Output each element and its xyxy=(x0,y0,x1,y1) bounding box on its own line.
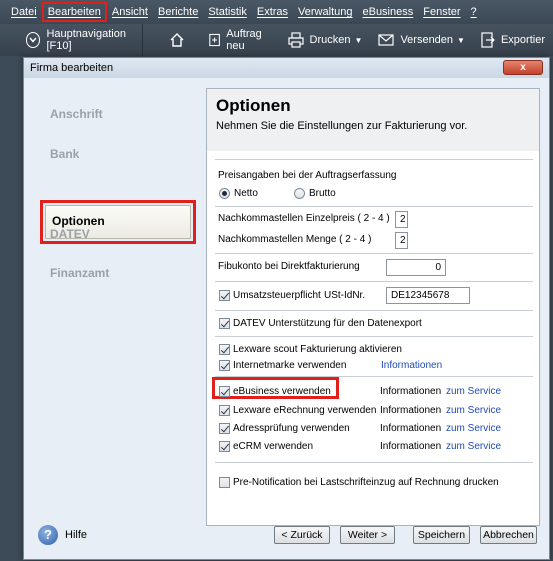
ecrm-info: Informationen xyxy=(380,441,442,452)
erechnung-checkbox[interactable] xyxy=(219,405,230,416)
new-document-icon xyxy=(209,33,220,47)
nav-anschrift[interactable]: Anschrift xyxy=(50,107,103,121)
panel-header: Optionen Nehmen Sie die Einstellungen zu… xyxy=(207,89,539,151)
internetmarke-checkbox[interactable] xyxy=(219,360,230,371)
nav-bank[interactable]: Bank xyxy=(50,147,79,161)
dialog-titlebar: Firma bearbeiten x xyxy=(24,58,549,78)
auftrag-neu-button[interactable]: Auftrag neu xyxy=(199,24,279,56)
help-icon[interactable]: ? xyxy=(38,525,58,545)
home-icon xyxy=(170,33,184,47)
ecrm-service-link[interactable]: zum Service xyxy=(446,441,501,452)
divider xyxy=(215,253,533,254)
brutto-label: Brutto xyxy=(309,188,336,199)
back-button[interactable]: < Zurück xyxy=(274,526,330,544)
divider xyxy=(215,206,533,207)
export-icon xyxy=(481,32,495,48)
nk-menge-input[interactable]: 2 xyxy=(395,232,408,249)
exportieren-button[interactable]: Exportier xyxy=(473,24,553,56)
ecrm-label: eCRM verwenden xyxy=(233,441,314,452)
drucken-button[interactable]: Drucken ▼ xyxy=(280,24,371,56)
page-title: Optionen xyxy=(216,96,291,115)
toolbar: Hauptnavigation [F10] Auftrag neu Drucke… xyxy=(0,24,553,56)
versenden-button[interactable]: Versenden ▼ xyxy=(370,24,473,56)
hauptnavigation-button[interactable]: Hauptnavigation [F10] xyxy=(0,24,144,56)
netto-radio[interactable] xyxy=(219,188,230,199)
exportieren-label: Exportier xyxy=(500,34,545,46)
ustid-label: USt-IdNr. xyxy=(324,290,366,301)
mail-icon xyxy=(378,34,395,46)
adress-service-link[interactable]: zum Service xyxy=(446,423,501,434)
menu-extras[interactable]: Extras xyxy=(252,2,293,22)
drucken-label: Drucken xyxy=(309,34,351,46)
nav-datev[interactable]: DATEV xyxy=(50,227,90,241)
menu-bearbeiten[interactable]: Bearbeiten xyxy=(41,2,107,22)
ebusiness-service-link[interactable]: zum Service xyxy=(446,386,501,397)
ecrm-checkbox[interactable] xyxy=(219,441,230,452)
close-button[interactable]: x xyxy=(503,60,543,75)
menu-statistik[interactable]: Statistik xyxy=(203,2,252,22)
help-label[interactable]: Hilfe xyxy=(65,529,87,541)
nk-einzelpreis-input[interactable]: 2 xyxy=(395,211,408,228)
divider xyxy=(215,159,533,160)
options-panel: Optionen Nehmen Sie die Einstellungen zu… xyxy=(206,88,540,526)
auftrag-neu-label: Auftrag neu xyxy=(226,28,262,52)
menu-help[interactable]: ? xyxy=(466,2,482,22)
divider xyxy=(215,310,533,311)
erechnung-service-link[interactable]: zum Service xyxy=(446,405,501,416)
next-button[interactable]: Weiter > xyxy=(340,526,395,544)
ustid-input[interactable]: DE12345678 xyxy=(386,287,470,304)
nav-optionen: Optionen xyxy=(52,214,105,228)
menu-verwaltung[interactable]: Verwaltung xyxy=(293,2,357,22)
fibukonto-input[interactable]: 0 xyxy=(386,259,446,276)
prenotification-label: Pre-Notification bei Lastschrifteinzug a… xyxy=(233,477,499,488)
hauptnavigation-label: Hauptnavigation [F10] xyxy=(46,28,126,52)
internetmarke-label: Internetmarke verwenden xyxy=(233,360,347,371)
adress-checkbox[interactable] xyxy=(219,423,230,434)
ebusiness-label: eBusiness verwenden xyxy=(233,386,331,397)
save-button[interactable]: Speichern xyxy=(413,526,470,544)
printer-icon xyxy=(287,32,304,48)
adress-label: Adressprüfung verwenden xyxy=(233,423,350,434)
adress-info: Informationen xyxy=(380,423,442,434)
prenotification-checkbox[interactable] xyxy=(219,477,230,488)
datev-label: DATEV Unterstützung für den Datenexport xyxy=(233,318,422,329)
divider xyxy=(215,281,533,282)
nav-finanzamt[interactable]: Finanzamt xyxy=(50,266,109,280)
preisangaben-label: Preisangaben bei der Auftragserfassung xyxy=(218,170,397,181)
divider xyxy=(215,336,533,337)
menu-berichte[interactable]: Berichte xyxy=(153,2,203,22)
datev-checkbox[interactable] xyxy=(219,318,230,329)
menu-datei[interactable]: Datei xyxy=(6,2,42,22)
nk-einzelpreis-label: Nachkommastellen Einzelpreis ( 2 - 4 ) xyxy=(218,213,390,224)
dialog-title: Firma bearbeiten xyxy=(30,62,114,74)
scout-checkbox[interactable] xyxy=(219,344,230,355)
cancel-button[interactable]: Abbrechen xyxy=(480,526,537,544)
brutto-radio[interactable] xyxy=(294,188,305,199)
netto-label: Netto xyxy=(234,188,258,199)
caret-down-icon: ▼ xyxy=(354,35,363,45)
nk-menge-label: Nachkommastellen Menge ( 2 - 4 ) xyxy=(218,234,372,245)
scout-label: Lexware scout Fakturierung aktivieren xyxy=(233,344,402,355)
erechnung-info: Informationen xyxy=(380,405,442,416)
menu-fenster[interactable]: Fenster xyxy=(418,2,465,22)
firma-bearbeiten-dialog: Firma bearbeiten x Anschrift Bank Option… xyxy=(23,57,550,560)
divider xyxy=(215,462,533,463)
page-subtitle: Nehmen Sie die Einstellungen zur Fakturi… xyxy=(216,120,468,132)
internetmarke-info-link[interactable]: Informationen xyxy=(381,360,442,371)
menu-ansicht[interactable]: Ansicht xyxy=(107,2,153,22)
left-navigation: Anschrift Bank Optionen DATEV Finanzamt xyxy=(36,90,201,510)
menu-bar: Datei Bearbeiten Ansicht Berichte Statis… xyxy=(0,0,553,24)
caret-down-icon: ▼ xyxy=(457,35,465,45)
ebusiness-info: Informationen xyxy=(380,386,442,397)
ebusiness-checkbox[interactable] xyxy=(219,386,230,397)
versenden-label: Versenden xyxy=(400,34,454,46)
chevron-down-icon xyxy=(26,32,41,48)
ust-checkbox[interactable] xyxy=(219,290,230,301)
home-button[interactable] xyxy=(143,24,199,56)
erechnung-label: Lexware eRechnung verwenden xyxy=(233,405,377,416)
fibukonto-label: Fibukonto bei Direktfakturierung xyxy=(218,261,360,272)
ust-label: Umsatzsteuerpflicht xyxy=(233,290,321,301)
menu-ebusiness[interactable]: eBusiness xyxy=(357,2,418,22)
